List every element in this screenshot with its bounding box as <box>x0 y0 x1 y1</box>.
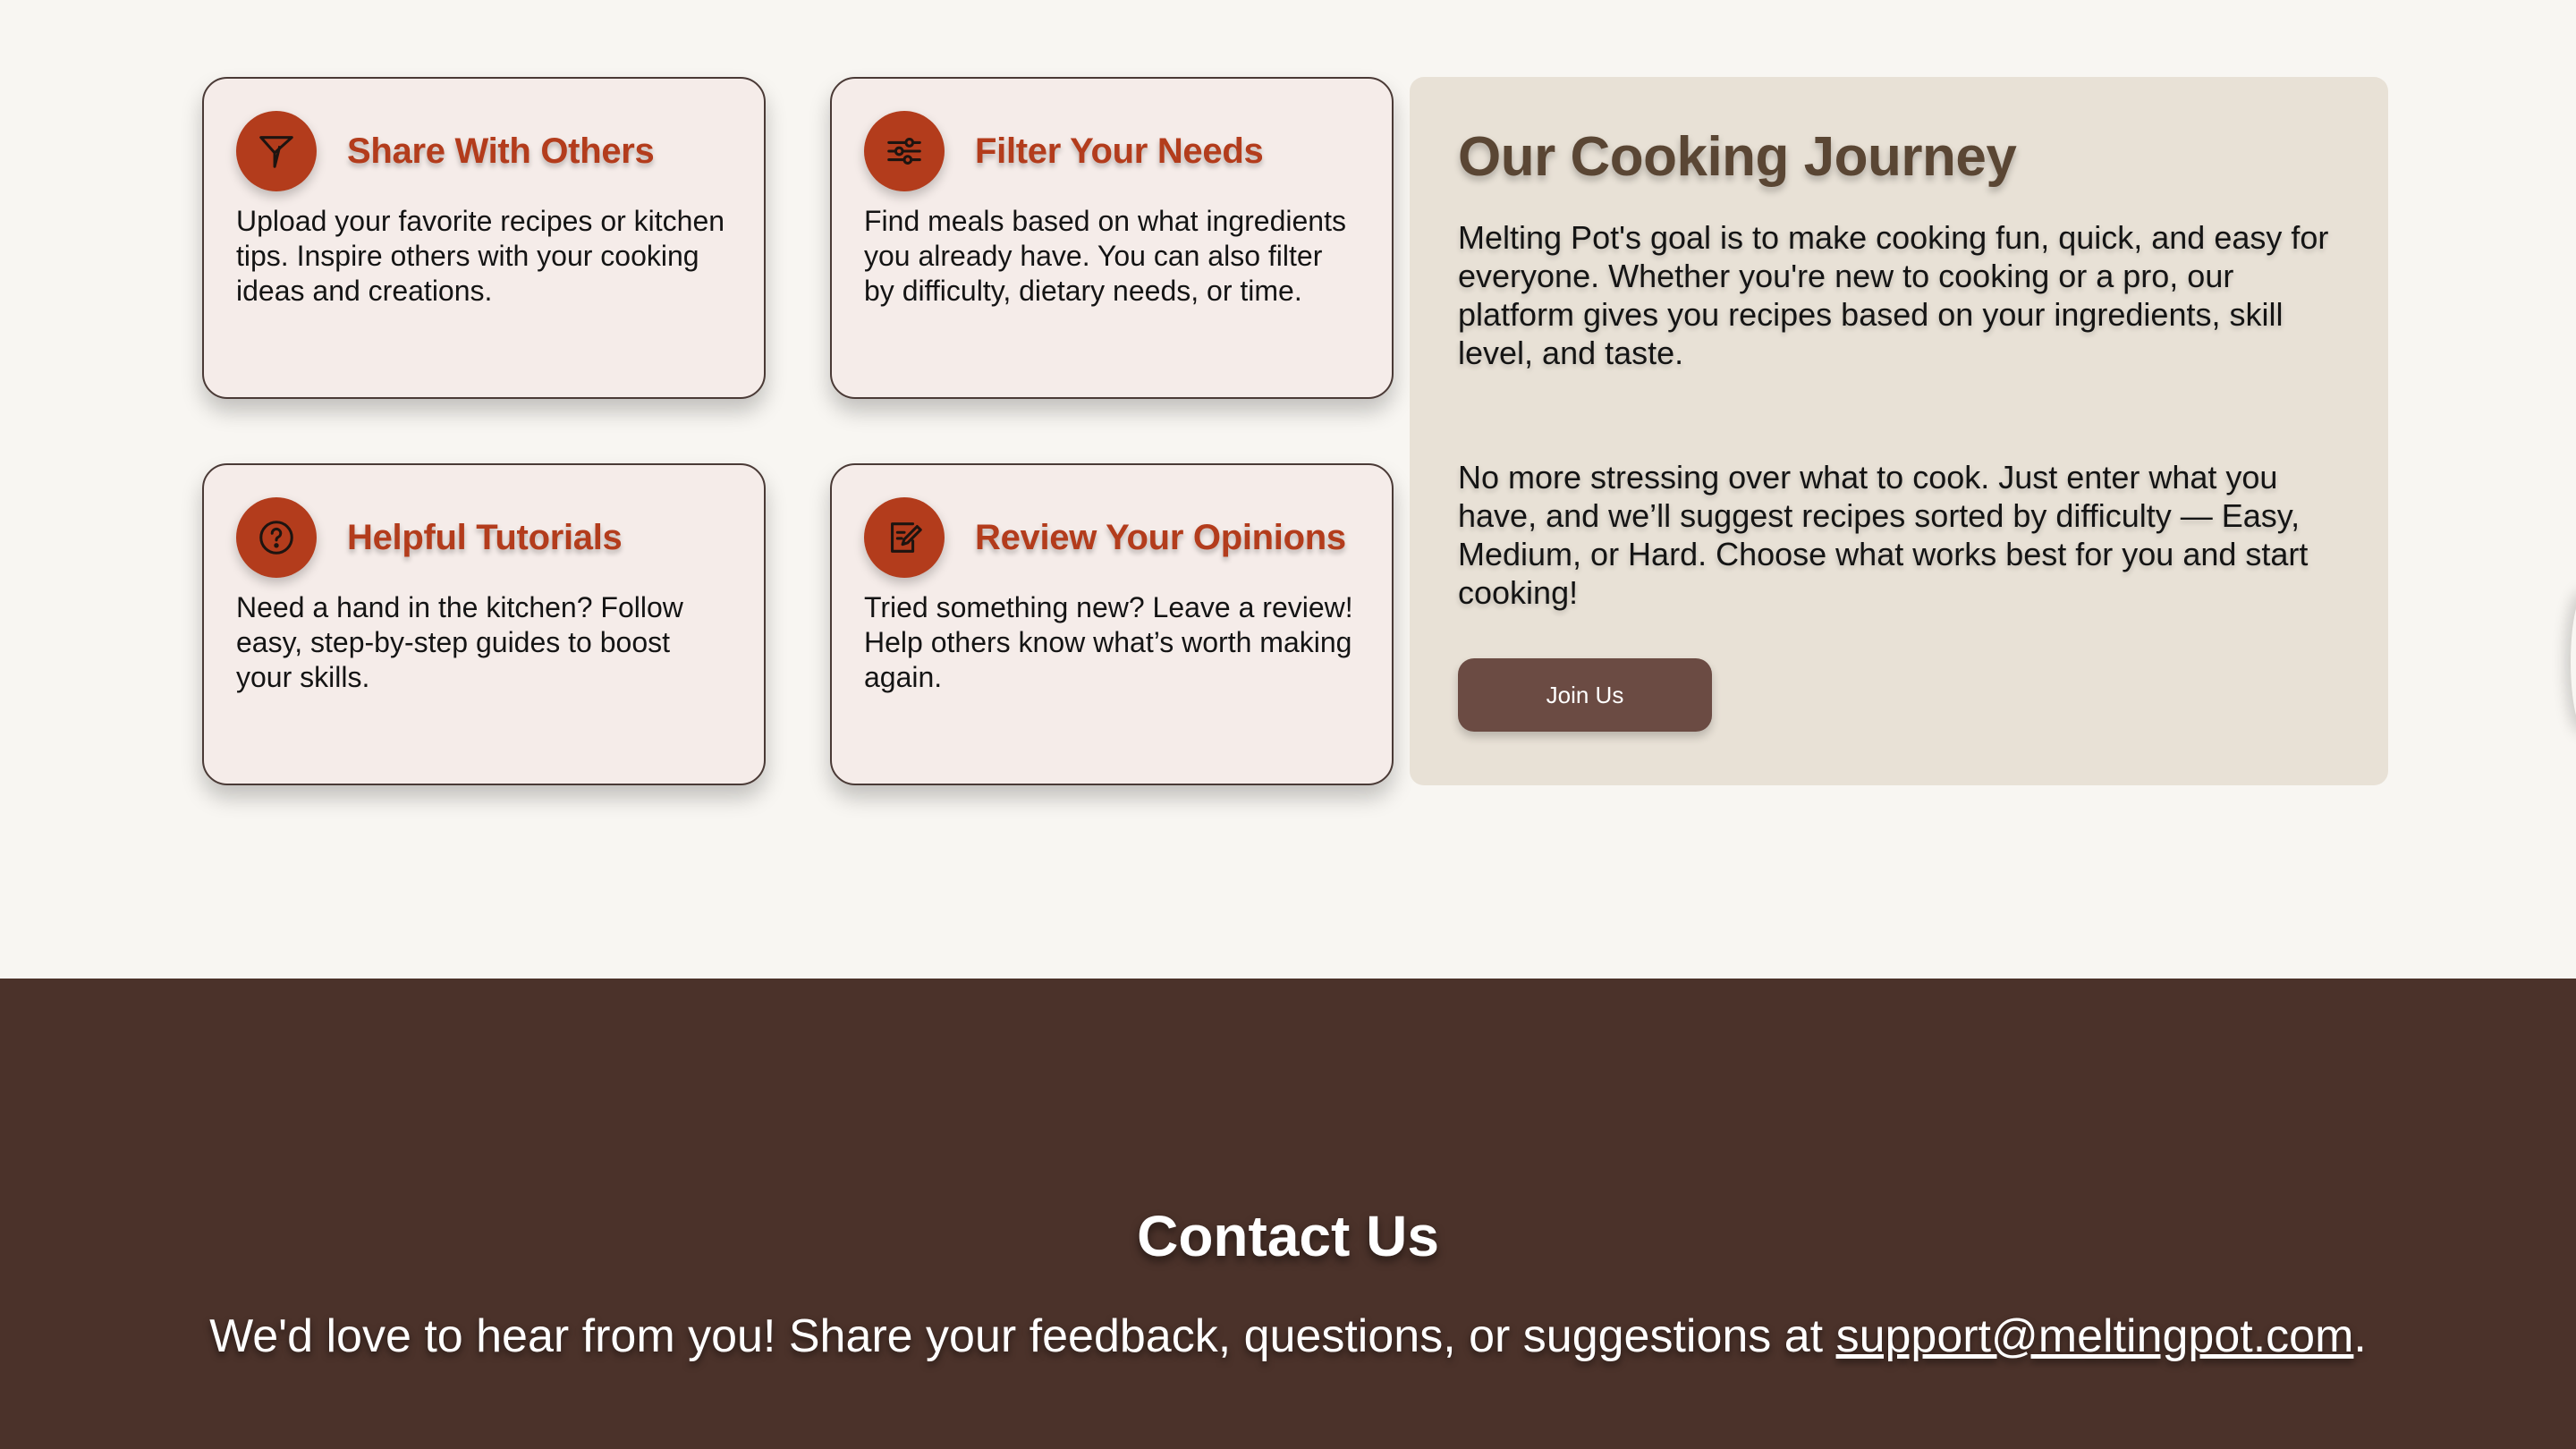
feature-card-review: Review Your Opinions Tried something new… <box>830 463 1394 785</box>
sliders-icon <box>864 111 945 191</box>
feature-card-filter: Filter Your Needs Find meals based on wh… <box>830 77 1394 399</box>
feature-description: Find meals based on what ingredients you… <box>864 205 1346 307</box>
cooking-journey-panel: Our Cooking Journey Melting Pot's goal i… <box>1410 77 2388 785</box>
journey-title: Our Cooking Journey <box>1458 126 2017 188</box>
feature-description: Upload your favorite recipes or kitchen … <box>236 205 725 307</box>
journey-paragraph-how: No more stressing over what to cook. Jus… <box>1458 459 2309 611</box>
feature-title: Helpful Tutorials <box>347 517 623 557</box>
contact-title: Contact Us <box>1137 1204 1439 1268</box>
contact-text-after: . <box>2353 1310 2367 1362</box>
support-email-link[interactable]: support@meltingpot.com <box>1836 1310 2354 1362</box>
feature-card-share: Share With Others Upload your favorite r… <box>202 77 766 399</box>
feature-description: Tried something new? Leave a review! Hel… <box>864 591 1353 693</box>
edit-note-icon <box>864 497 945 578</box>
contact-text-before: We'd love to hear from you! Share your f… <box>209 1310 1836 1362</box>
feature-title: Review Your Opinions <box>975 517 1346 557</box>
help-circle-icon <box>236 497 317 578</box>
join-us-button[interactable]: Join Us <box>1458 658 1712 732</box>
feature-title: Share With Others <box>347 131 655 171</box>
feature-card-tutorials: Helpful Tutorials Need a hand in the kit… <box>202 463 766 785</box>
feature-title: Filter Your Needs <box>975 131 1264 171</box>
contact-footer: Contact Us We'd love to hear from you! S… <box>0 979 2576 1449</box>
contact-text: We'd love to hear from you! Share your f… <box>0 1309 2576 1363</box>
paper-plane-icon <box>236 111 317 191</box>
edge-shadow <box>2571 590 2576 733</box>
feature-description: Need a hand in the kitchen? Follow easy,… <box>236 591 683 693</box>
journey-paragraph-goal: Melting Pot's goal is to make cooking fu… <box>1458 219 2329 371</box>
